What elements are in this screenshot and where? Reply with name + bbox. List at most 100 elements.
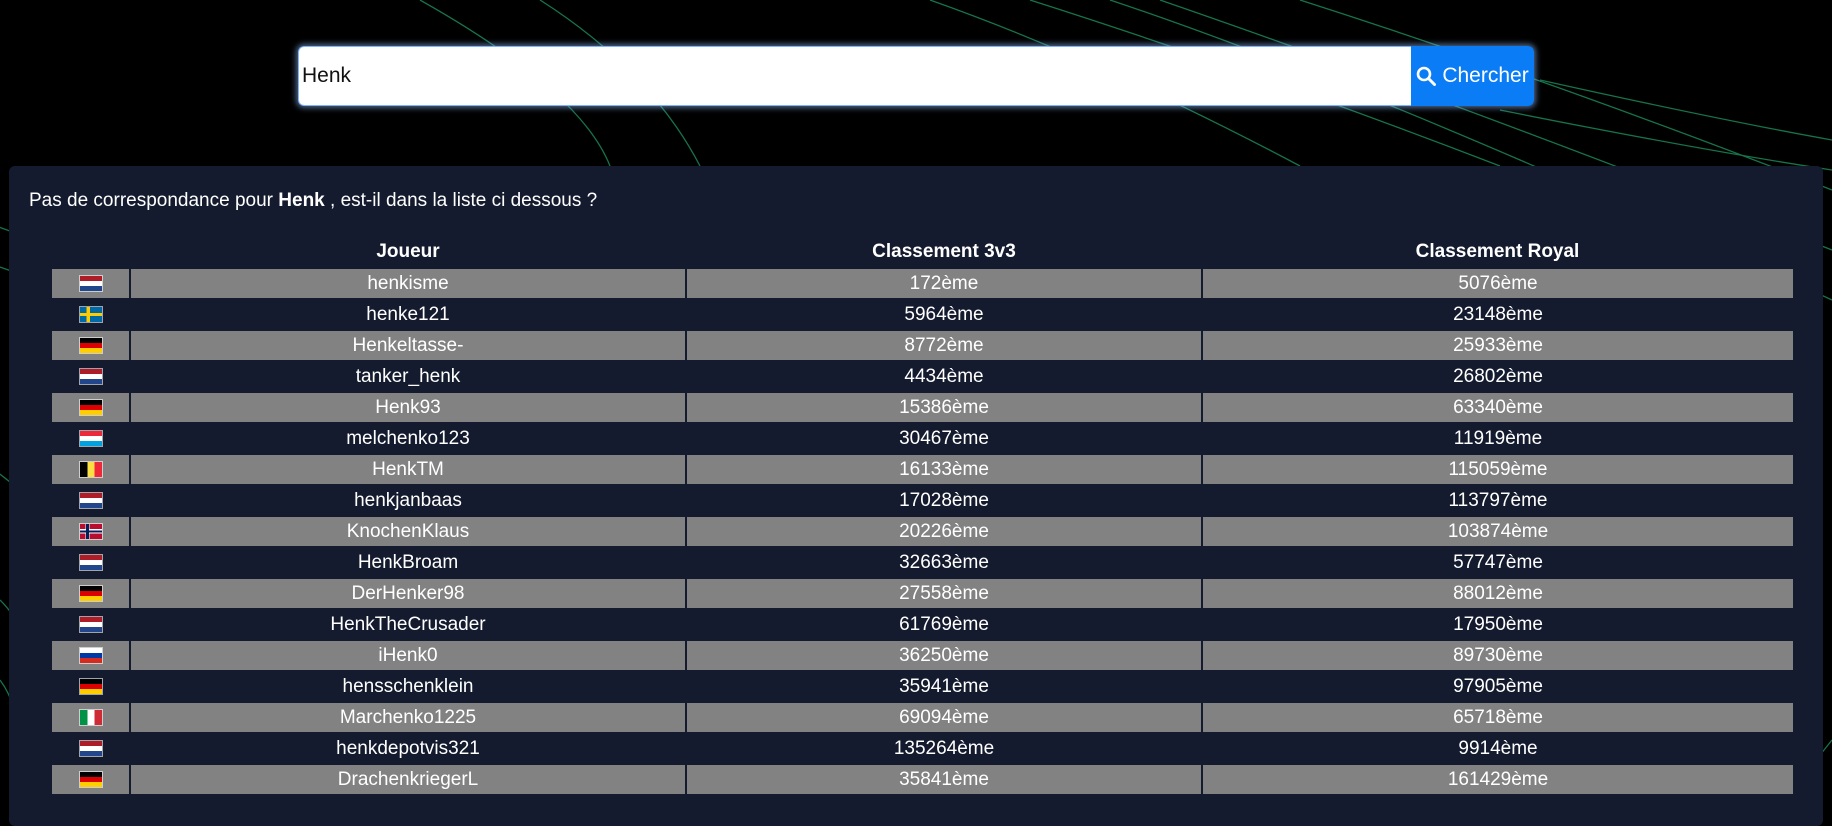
rank-royal-cell: 113797ème [1201, 484, 1793, 516]
flag-be-icon [79, 461, 102, 477]
table-row[interactable]: iHenk0 36250ème 89730ème [50, 639, 1793, 671]
rank-3v3-cell: 35841ème [685, 763, 1202, 794]
flag-no-icon [79, 523, 102, 539]
results-table: Joueur Classement 3v3 Classement Royal h… [50, 236, 1793, 794]
player-name-link[interactable]: hensschenklein [343, 676, 474, 697]
table-row[interactable]: HenkBroam 32663ème 57747ème [50, 546, 1793, 578]
player-cell: HenkBroam [129, 546, 686, 578]
table-row[interactable]: henkisme 172ème 5076ème [50, 267, 1793, 299]
flag-cell [50, 577, 130, 609]
table-row[interactable]: melchenko123 30467ème 11919ème [50, 422, 1793, 454]
flag-cell [50, 763, 130, 794]
flag-de-icon [79, 771, 102, 787]
search-button-label: Chercher [1442, 64, 1529, 87]
flag-cell [50, 608, 130, 640]
table-row[interactable]: tanker_henk 4434ème 26802ème [50, 360, 1793, 392]
results-panel: Pas de correspondance pour Henk , est-il… [9, 166, 1823, 826]
header-flag [51, 236, 130, 268]
player-name-link[interactable]: KnochenKlaus [347, 521, 470, 542]
player-name-link[interactable]: tanker_henk [356, 366, 461, 387]
rank-3v3-cell: 27558ème [685, 577, 1202, 609]
rank-royal-cell: 97905ème [1201, 670, 1793, 702]
rank-royal-cell: 63340ème [1201, 391, 1793, 423]
player-name-link[interactable]: henke121 [366, 304, 449, 325]
flag-nl-icon [79, 616, 102, 632]
rank-royal-cell: 25933ème [1201, 329, 1793, 361]
player-cell: iHenk0 [129, 639, 686, 671]
flag-cell [50, 701, 130, 733]
player-name-link[interactable]: henkisme [367, 273, 448, 294]
flag-cell [50, 329, 130, 361]
table-row[interactable]: KnochenKlaus 20226ème 103874ème [50, 515, 1793, 547]
rank-3v3-cell: 20226ème [685, 515, 1202, 547]
player-name-link[interactable]: DerHenker98 [352, 583, 465, 604]
table-row[interactable]: hensschenklein 35941ème 97905ème [50, 670, 1793, 702]
flag-nl-icon [79, 275, 102, 291]
table-row[interactable]: HenkTheCrusader 61769ème 17950ème [50, 608, 1793, 640]
table-row[interactable]: Henk93 15386ème 63340ème [50, 391, 1793, 423]
table-row[interactable]: henke121 5964ème 23148ème [50, 298, 1793, 330]
rank-3v3-cell: 4434ème [685, 360, 1202, 392]
player-cell: henkisme [129, 267, 686, 299]
flag-nl-icon [79, 492, 102, 508]
player-cell: Marchenko1225 [129, 701, 686, 733]
player-cell: HenkTheCrusader [129, 608, 686, 640]
player-cell: Henk93 [129, 391, 686, 423]
player-name-link[interactable]: HenkBroam [358, 552, 458, 573]
player-name-link[interactable]: HenkTheCrusader [330, 614, 485, 635]
flag-nl-icon [79, 554, 102, 570]
player-name-link[interactable]: Marchenko1225 [340, 707, 476, 728]
rank-royal-cell: 11919ème [1201, 422, 1793, 454]
flag-cell [50, 422, 130, 454]
player-cell: DrachenkriegerL [129, 763, 686, 794]
player-name-link[interactable]: Henkeltasse- [353, 335, 464, 356]
rank-3v3-cell: 16133ème [685, 453, 1202, 485]
flag-nl-icon [79, 368, 102, 384]
rank-royal-cell: 115059ème [1201, 453, 1793, 485]
flag-de-icon [79, 678, 102, 694]
table-row[interactable]: Marchenko1225 69094ème 65718ème [50, 701, 1793, 733]
table-row[interactable]: HenkTM 16133ème 115059ème [50, 453, 1793, 485]
rank-royal-cell: 103874ème [1201, 515, 1793, 547]
rank-3v3-cell: 17028ème [685, 484, 1202, 516]
rank-royal-cell: 5076ème [1201, 267, 1793, 299]
rank-royal-cell: 23148ème [1201, 298, 1793, 330]
search-icon [1417, 66, 1437, 86]
table-row[interactable]: henkjanbaas 17028ème 113797ème [50, 484, 1793, 516]
player-name-link[interactable]: henkdepotvis321 [336, 738, 480, 759]
flag-nl-icon [79, 740, 102, 756]
player-name-link[interactable]: DrachenkriegerL [338, 769, 478, 790]
table-row[interactable]: henkdepotvis321 135264ème 9914ème [50, 732, 1793, 764]
player-name-link[interactable]: iHenk0 [378, 645, 437, 666]
player-cell: melchenko123 [129, 422, 686, 454]
rank-3v3-cell: 35941ème [685, 670, 1202, 702]
flag-lu-icon [79, 430, 102, 446]
table-row[interactable]: DerHenker98 27558ème 88012ème [50, 577, 1793, 609]
player-name-link[interactable]: melchenko123 [346, 428, 470, 449]
rank-royal-cell: 161429ème [1201, 763, 1793, 794]
rank-royal-cell: 26802ème [1201, 360, 1793, 392]
rank-royal-cell: 88012ème [1201, 577, 1793, 609]
rank-royal-cell: 89730ème [1201, 639, 1793, 671]
rank-3v3-cell: 8772ème [685, 329, 1202, 361]
player-cell: henkdepotvis321 [129, 732, 686, 764]
rank-royal-cell: 65718ème [1201, 701, 1793, 733]
rank-3v3-cell: 135264ème [685, 732, 1202, 764]
player-cell: HenkTM [129, 453, 686, 485]
player-cell: DerHenker98 [129, 577, 686, 609]
player-cell: Henkeltasse- [129, 329, 686, 361]
search-button[interactable]: Chercher [1411, 46, 1534, 106]
table-row[interactable]: DrachenkriegerL 35841ème 161429ème [50, 763, 1793, 794]
player-name-link[interactable]: HenkTM [372, 459, 444, 480]
rank-3v3-cell: 172ème [685, 267, 1202, 299]
player-name-link[interactable]: Henk93 [375, 397, 441, 418]
table-row[interactable]: Henkeltasse- 8772ème 25933ème [50, 329, 1793, 361]
table-body: henkisme 172ème 5076ème henke121 5964ème 2314… [50, 267, 1793, 794]
flag-ru-icon [79, 647, 102, 663]
flag-de-icon [79, 585, 102, 601]
rank-3v3-cell: 5964ème [685, 298, 1202, 330]
rank-3v3-cell: 69094ème [685, 701, 1202, 733]
player-cell: tanker_henk [129, 360, 686, 392]
search-input[interactable] [298, 46, 1411, 106]
player-name-link[interactable]: henkjanbaas [354, 490, 462, 511]
